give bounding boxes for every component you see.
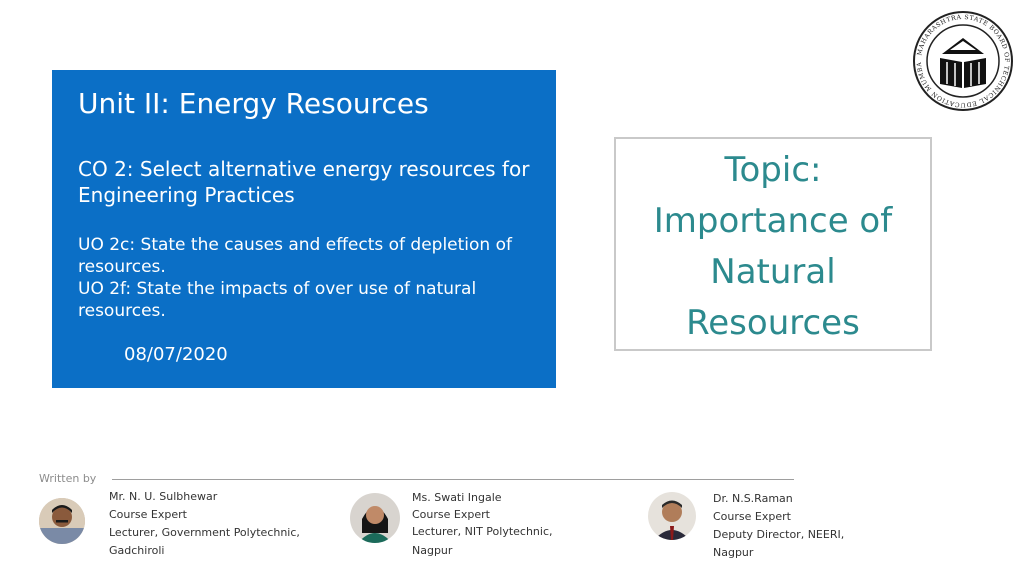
author-city: Nagpur (412, 544, 453, 557)
unit-panel: Unit II: Energy Resources CO 2: Select a… (52, 70, 556, 388)
footer-divider (112, 479, 794, 480)
author-card: Ms. Swati Ingale Course Expert Lecturer,… (412, 489, 553, 559)
author-org: Lecturer, Government Polytechnic, (109, 526, 300, 539)
slide-date: 08/07/2020 (124, 344, 228, 365)
author-city: Nagpur (713, 546, 754, 559)
topic-title: Topic: Importance of Natural Resources (653, 150, 893, 343)
avatar (350, 493, 400, 543)
unit-outcome-2f: UO 2f: State the impacts of over use of … (78, 279, 477, 321)
author-card: Mr. N. U. Sulbhewar Course Expert Lectur… (109, 488, 300, 560)
written-by-label: Written by (39, 472, 97, 485)
author-name: Mr. N. U. Sulbhewar (109, 490, 218, 503)
author-name: Ms. Swati Ingale (412, 491, 502, 504)
topic-box: Topic: Importance of Natural Resources (614, 137, 932, 351)
unit-title: Unit II: Energy Resources (78, 87, 429, 120)
board-logo-icon: MAHARASHTRA STATE BOARD OF TECHNICAL EDU… (912, 10, 1013, 111)
author-role: Course Expert (109, 508, 187, 521)
unit-outcome-2c: UO 2c: State the causes and effects of d… (78, 235, 512, 277)
author-name: Dr. N.S.Raman (713, 492, 793, 505)
author-card: Dr. N.S.Raman Course Expert Deputy Direc… (713, 490, 844, 562)
unit-outcomes: UO 2c: State the causes and effects of d… (78, 234, 548, 322)
author-city: Gadchiroli (109, 544, 165, 557)
avatar (648, 492, 696, 540)
course-outcome: CO 2: Select alternative energy resource… (78, 157, 530, 207)
author-role: Course Expert (713, 510, 791, 523)
avatar (39, 498, 85, 544)
author-org: Lecturer, NIT Polytechnic, (412, 525, 553, 538)
author-role: Course Expert (412, 508, 490, 521)
author-org: Deputy Director, NEERI, (713, 528, 845, 541)
